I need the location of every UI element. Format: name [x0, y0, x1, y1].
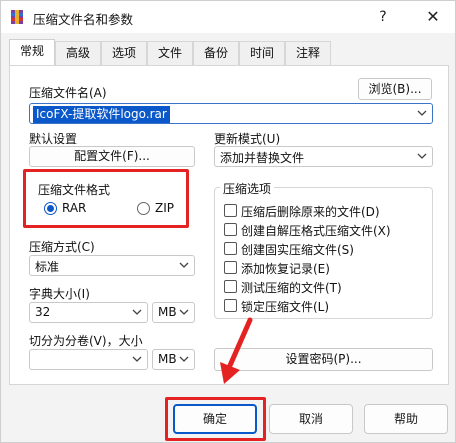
- tab-options[interactable]: 选项: [101, 41, 147, 65]
- tab-time[interactable]: 时间: [239, 41, 285, 65]
- checkbox-test-archived[interactable]: [224, 280, 237, 293]
- chevron-down-icon: [132, 309, 142, 315]
- checkbox-lock-archive[interactable]: [224, 299, 237, 312]
- compression-method-select[interactable]: 标准: [29, 255, 195, 276]
- help-button[interactable]: 帮助: [364, 404, 448, 434]
- dictionary-size-select[interactable]: 32: [29, 302, 148, 323]
- archive-name-value: IcoFX-提取软件logo.rar: [33, 106, 170, 123]
- archive-options-title: 压缩选项: [220, 180, 275, 197]
- chevron-down-icon: [132, 356, 142, 362]
- annotation-red-box-format: [23, 169, 189, 228]
- winrar-app-icon: [11, 10, 23, 24]
- default-settings-label: 默认设置: [29, 132, 78, 146]
- general-tab-panel: 压缩文件名(A) 浏览(B)... IcoFX-提取软件logo.rar 默认设…: [9, 65, 449, 385]
- checkbox-recovery-record-label: 添加恢复记录(E): [241, 262, 330, 276]
- tab-files[interactable]: 文件: [147, 41, 193, 65]
- annotation-red-arrow-icon: [220, 317, 253, 384]
- update-mode-value: 添加并替换文件: [220, 151, 305, 165]
- split-volumes-label: 切分为分卷(V)，大小: [29, 334, 143, 348]
- chevron-down-icon: [179, 262, 189, 268]
- chevron-down-icon: [179, 356, 189, 362]
- archive-name-combo[interactable]: IcoFX-提取软件logo.rar: [29, 103, 433, 124]
- browse-button[interactable]: 浏览(B)...: [358, 78, 432, 100]
- tab-comment[interactable]: 注释: [285, 41, 331, 65]
- checkbox-create-sfx-label: 创建自解压格式压缩文件(X): [241, 224, 391, 238]
- help-title-button[interactable]: ?: [371, 5, 395, 29]
- close-button[interactable]: ✕: [421, 5, 445, 29]
- tab-general[interactable]: 常规: [9, 39, 55, 65]
- checkbox-create-sfx[interactable]: [224, 223, 237, 236]
- checkbox-create-solid-label: 创建固实压缩文件(S): [241, 243, 354, 257]
- window-title: 压缩文件名和参数: [33, 12, 134, 27]
- tab-advanced[interactable]: 高级: [55, 41, 101, 65]
- dictionary-unit-value: MB: [158, 305, 177, 319]
- tab-backup[interactable]: 备份: [193, 41, 239, 65]
- archive-name-label: 压缩文件名(A): [29, 86, 107, 100]
- split-unit-value: MB: [158, 352, 177, 366]
- profiles-button[interactable]: 配置文件(F)...: [29, 146, 195, 167]
- cancel-button[interactable]: 取消: [269, 404, 353, 434]
- checkbox-delete-after[interactable]: [224, 204, 237, 217]
- update-mode-label: 更新模式(U): [214, 132, 281, 146]
- compression-method-label: 压缩方式(C): [29, 240, 95, 254]
- compression-method-value: 标准: [35, 260, 60, 274]
- dictionary-size-value: 32: [35, 305, 51, 319]
- split-volumes-select[interactable]: [29, 349, 148, 370]
- dictionary-size-label: 字典大小(I): [29, 287, 90, 301]
- dictionary-unit-select[interactable]: MB: [152, 302, 195, 323]
- chevron-down-icon: [179, 309, 189, 315]
- split-unit-select[interactable]: MB: [152, 349, 195, 370]
- dialog-window: 压缩文件名和参数 ? ✕ 常规 高级 选项 文件 备份 时间 注释 压缩文件名(…: [0, 0, 456, 443]
- annotation-red-box-ok: [165, 397, 266, 441]
- chevron-down-icon: [417, 110, 427, 116]
- update-mode-select[interactable]: 添加并替换文件: [214, 146, 433, 167]
- chevron-down-icon: [417, 153, 427, 159]
- checkbox-delete-after-label: 压缩后删除原来的文件(D): [241, 205, 380, 219]
- title-bar: 压缩文件名和参数 ? ✕: [1, 1, 455, 33]
- checkbox-lock-archive-label: 锁定压缩文件(L): [241, 300, 330, 314]
- checkbox-recovery-record[interactable]: [224, 261, 237, 274]
- checkbox-create-solid[interactable]: [224, 242, 237, 255]
- checkbox-test-archived-label: 测试压缩的文件(T): [241, 281, 342, 295]
